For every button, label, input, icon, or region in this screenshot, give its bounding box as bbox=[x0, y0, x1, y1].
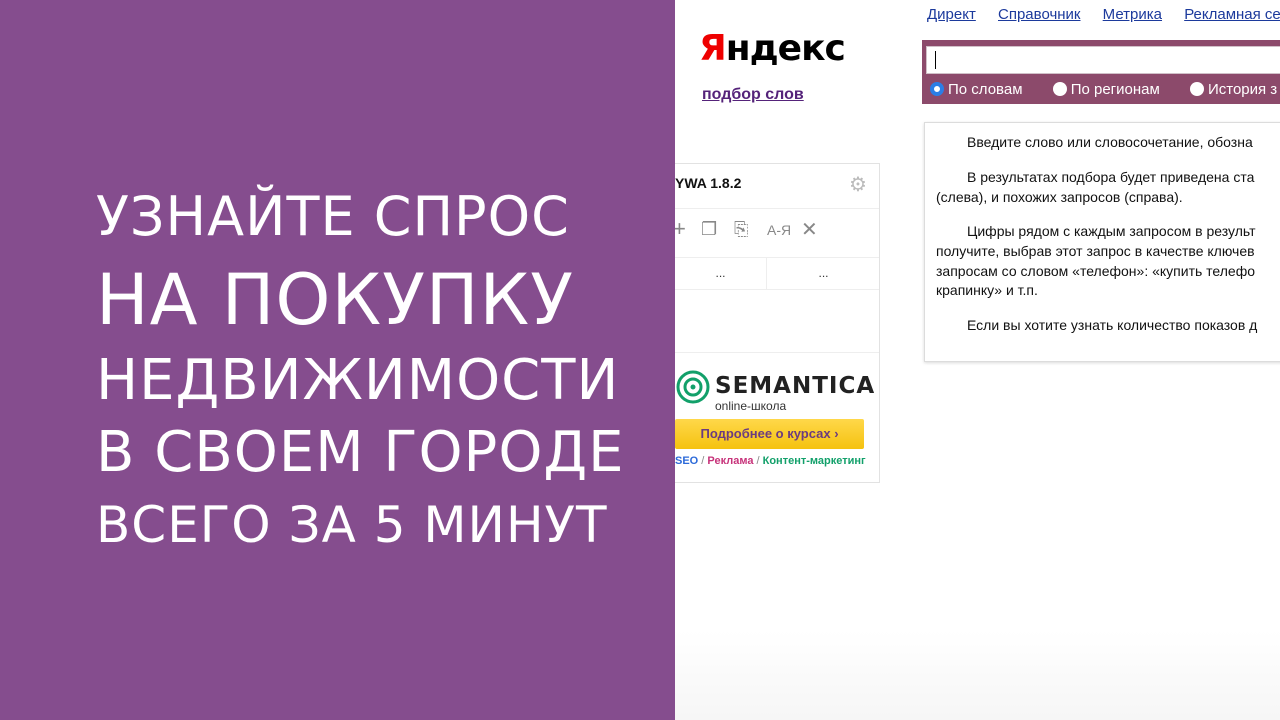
promo-panel: УЗНАЙТЕ СПРОС НА ПОКУПКУ НЕДВИЖИМОСТИ В … bbox=[0, 0, 675, 720]
ad-tags: SEO / Реклама / Контент-маркетинг bbox=[675, 455, 866, 467]
extension-columns: ... ... bbox=[675, 257, 879, 290]
help-text-line: запросам со словом «телефон»: «купить те… bbox=[936, 263, 1256, 279]
radio-selected-icon bbox=[930, 82, 944, 96]
headline-line-1: УЗНАЙТЕ СПРОС bbox=[96, 185, 570, 248]
help-text-line: В результатах подбора будет приведена ст… bbox=[967, 169, 1255, 185]
ad-tag-content[interactable]: Контент-маркетинг bbox=[763, 455, 866, 467]
radio-by-words[interactable]: По словам bbox=[930, 81, 1023, 98]
extension-toolbar: + ❐ ⎘ A-Я ✕ bbox=[675, 208, 879, 258]
browser-screenshot: Директ Справочник Метрика Рекламная се Я… bbox=[675, 0, 1280, 720]
radio-label: По регионам bbox=[1070, 81, 1160, 98]
radio-icon bbox=[1189, 82, 1204, 96]
headline-line-3: НЕДВИЖИМОСТИ bbox=[96, 348, 620, 413]
ad-more-button[interactable]: Подробнее о курсах › bbox=[675, 419, 864, 449]
logo-rest: ндекс bbox=[725, 28, 846, 69]
nav-link-spravochnik[interactable]: Справочник bbox=[998, 6, 1081, 23]
radio-icon bbox=[1052, 82, 1067, 96]
ad-tag-seo[interactable]: SEO bbox=[675, 455, 698, 467]
ad-brand-subtitle: online-школа bbox=[715, 399, 787, 413]
help-text-line: получите, выбрав этот запрос в качестве … bbox=[936, 243, 1255, 259]
headline-line-5: ВСЕГО ЗА 5 МИНУТ bbox=[96, 496, 608, 554]
add-icon[interactable]: + bbox=[675, 216, 686, 242]
gear-icon[interactable]: ⚙ bbox=[849, 172, 867, 197]
top-nav: Директ Справочник Метрика Рекламная се bbox=[927, 6, 1280, 23]
promo-headline: УЗНАЙТЕ СПРОС НА ПОКУПКУ НЕДВИЖИМОСТИ В … bbox=[96, 180, 625, 560]
headline-line-2: НА ПОКУПКУ bbox=[96, 259, 574, 341]
help-text-line: крапинку» и т.п. bbox=[936, 282, 1038, 298]
nav-link-metrika[interactable]: Метрика bbox=[1103, 6, 1162, 23]
text-cursor bbox=[935, 51, 936, 69]
service-subtitle-link[interactable]: подбор слов bbox=[702, 86, 804, 104]
nav-link-direct[interactable]: Директ bbox=[927, 6, 976, 23]
yandex-logo[interactable]: Яндекс bbox=[699, 28, 846, 69]
extension-panel: YWA 1.8.2 ⚙ + ❐ ⎘ A-Я ✕ ... ... SEMANTIC… bbox=[675, 163, 880, 483]
search-mode-options: По словам По регионам История з bbox=[930, 81, 1280, 98]
copy-icon[interactable]: ❐ bbox=[701, 219, 717, 240]
help-text-line: Введите слово или словосочетание, обозна bbox=[967, 134, 1253, 150]
radio-label: По словам bbox=[948, 81, 1023, 98]
radio-history[interactable]: История з bbox=[1189, 81, 1278, 98]
radio-by-regions[interactable]: По регионам bbox=[1052, 81, 1160, 98]
extension-title: YWA 1.8.2 bbox=[675, 175, 742, 191]
search-bar: По словам По регионам История з bbox=[922, 40, 1280, 104]
column-2: ... bbox=[766, 257, 880, 289]
ad-tag-separator: / bbox=[753, 455, 763, 467]
search-input[interactable] bbox=[926, 46, 1280, 74]
semantica-ad[interactable]: SEMANTICA online-школа Подробнее о курса… bbox=[675, 352, 879, 483]
ad-brand-name: SEMANTICA bbox=[715, 373, 876, 399]
ad-tag-ads[interactable]: Реклама bbox=[707, 455, 753, 467]
help-text-line: (слева), и похожих запросов (справа). bbox=[936, 189, 1183, 205]
close-icon[interactable]: ✕ bbox=[801, 217, 818, 242]
help-text-panel: Введите слово или словосочетание, обозна… bbox=[924, 122, 1280, 362]
sort-az-icon[interactable]: A-Я bbox=[767, 222, 791, 238]
help-text-line: Если вы хотите узнать количество показов… bbox=[967, 317, 1258, 333]
nav-link-ad-network[interactable]: Рекламная се bbox=[1184, 6, 1280, 23]
logo-first-letter: Я bbox=[699, 28, 727, 69]
column-1: ... bbox=[715, 266, 726, 280]
radio-label: История з bbox=[1207, 81, 1278, 98]
export-icon[interactable]: ⎘ bbox=[734, 219, 748, 240]
semantica-logo-icon bbox=[676, 370, 710, 404]
help-text-line: Цифры рядом с каждым запросом в результ bbox=[967, 223, 1256, 239]
headline-line-4: В СВОЕМ ГОРОДЕ bbox=[96, 420, 625, 485]
